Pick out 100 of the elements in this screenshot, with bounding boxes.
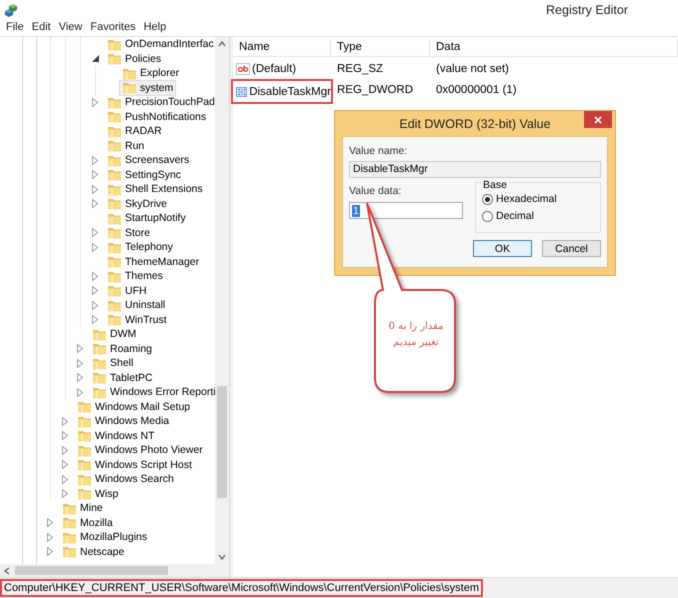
value-name[interactable]: (Default) <box>252 62 296 74</box>
tree-item[interactable]: Windows Photo Viewer <box>74 442 206 458</box>
folder-icon <box>122 81 137 94</box>
folder-icon <box>107 139 122 152</box>
menu-item[interactable]: Favorites <box>86 20 140 36</box>
tree-item[interactable]: ThemeManager <box>104 254 202 270</box>
folder-icon <box>107 240 122 254</box>
folder-icon <box>107 96 122 109</box>
tree-item[interactable]: MozillaPlugins <box>59 529 150 546</box>
scroll-up-icon <box>218 40 226 48</box>
column-header[interactable]: Name <box>233 39 331 56</box>
menu-item[interactable]: File <box>2 20 28 36</box>
folder-icon <box>107 38 122 51</box>
tree-item[interactable]: Telephony <box>104 239 176 256</box>
tree-item[interactable]: Netscape <box>59 544 128 560</box>
folder-icon <box>77 487 92 500</box>
folder-icon <box>92 328 107 341</box>
tree-item[interactable]: Windows Search <box>74 471 177 488</box>
tree-item[interactable]: RADAR <box>104 123 165 140</box>
folder-icon <box>77 429 92 442</box>
folder-icon <box>107 284 122 298</box>
value-data-field[interactable]: 1 <box>349 202 463 219</box>
menu-item[interactable]: Help <box>140 20 170 36</box>
folder-icon <box>77 400 92 414</box>
radio-button[interactable] <box>482 194 493 204</box>
folder-icon <box>107 226 122 240</box>
callout-text: مقدار را به 0 تغییر میدیم <box>388 320 444 350</box>
tree-item[interactable]: WinTrust <box>104 312 170 328</box>
menu-item[interactable]: View <box>54 20 86 36</box>
ok-button[interactable]: OK <box>473 240 532 257</box>
tree-item[interactable]: Screensavers <box>104 152 192 168</box>
tree-item[interactable]: PushNotifications <box>104 108 210 125</box>
tree-item[interactable]: UFH <box>104 282 150 299</box>
tree-item[interactable]: Policies <box>104 50 164 67</box>
scroll-left-icon <box>3 566 11 574</box>
radio-label[interactable]: Decimal <box>496 210 534 222</box>
radio-label[interactable]: Hexadecimal <box>496 193 557 205</box>
scrollbar-thumb[interactable] <box>217 386 227 498</box>
tree-item[interactable]: Roaming <box>89 340 156 357</box>
tree-item[interactable]: StartupNotify <box>104 210 189 226</box>
folder-icon <box>77 414 92 428</box>
menu-item[interactable]: Edit <box>28 20 55 36</box>
tree-item[interactable]: Windows Error Reporti <box>89 384 215 400</box>
tree-item[interactable]: PrecisionTouchPad <box>104 94 215 110</box>
value-name-field[interactable]: DisableTaskMgr <box>349 161 601 178</box>
folder-icon <box>77 444 92 457</box>
tree-item[interactable]: Run <box>104 138 148 154</box>
folder-icon <box>107 270 122 283</box>
tree-item[interactable]: Windows Media <box>74 413 172 430</box>
tree-item[interactable]: Windows Mail Setup <box>74 398 194 415</box>
folder-icon <box>92 386 107 399</box>
radio-button[interactable] <box>482 210 493 222</box>
folder-icon <box>107 124 122 138</box>
tree-item[interactable]: Themes <box>104 268 166 284</box>
value-name[interactable]: DisableTaskMgr <box>249 86 331 98</box>
value-data: 0x00000001 (1) <box>435 84 518 96</box>
scrollbar-thumb[interactable] <box>15 566 168 575</box>
cancel-button[interactable]: Cancel <box>542 240 601 257</box>
status-path: Computer\HKEY_CURRENT_USER\Software\Microsoft\Windows\CurrentVersion\Policies\system <box>0 579 483 597</box>
close-button[interactable] <box>584 111 612 128</box>
tree-item[interactable]: Windows Script Host <box>74 456 195 473</box>
column-header[interactable]: Data <box>430 39 678 56</box>
vertical-scrollbar[interactable] <box>215 37 229 564</box>
field-label: Value name: <box>349 145 408 157</box>
folder-icon <box>92 356 107 370</box>
folder-icon <box>107 212 122 225</box>
tree-item[interactable]: Shell <box>89 355 136 372</box>
close-icon <box>594 116 602 124</box>
tree-item[interactable]: Shell Extensions <box>104 181 206 198</box>
value-type: REG_SZ <box>336 62 384 74</box>
tree-item[interactable]: system <box>119 80 176 96</box>
dialog-title: Edit DWORD (32-bit) Value <box>399 116 551 130</box>
tree-item[interactable]: Uninstall <box>104 297 168 314</box>
registry-icon <box>3 2 18 18</box>
folder-icon <box>107 154 122 167</box>
tree-item[interactable]: OnDemandInterfac <box>104 37 215 52</box>
tree-item[interactable]: SettingSync <box>104 166 184 183</box>
tree-item[interactable]: TabletPC <box>89 370 156 386</box>
tree-item[interactable]: SkyDrive <box>104 196 170 212</box>
tree-item[interactable]: Explorer <box>119 65 182 82</box>
folder-icon <box>107 110 122 124</box>
tree-item[interactable]: Windows NT <box>74 428 158 444</box>
folder-icon <box>107 197 122 210</box>
value-data: (value not set) <box>435 62 510 74</box>
tree-item[interactable]: Mine <box>59 500 106 516</box>
folder-icon <box>62 545 77 558</box>
group-label: Base <box>481 179 509 191</box>
tree-item[interactable]: Store <box>104 224 154 241</box>
tree-item[interactable]: Wisp <box>74 486 122 502</box>
folder-icon <box>62 516 77 530</box>
folder-icon <box>122 66 137 80</box>
window-title: Registry Editor <box>546 3 628 17</box>
column-header[interactable]: Type <box>331 39 430 56</box>
folder-icon <box>107 298 122 312</box>
folder-icon <box>62 502 77 515</box>
folder-icon <box>107 168 122 182</box>
horizontal-scrollbar[interactable] <box>0 564 229 577</box>
folder-icon <box>92 342 107 356</box>
tree-item[interactable]: DWM <box>89 326 140 342</box>
tree-item[interactable]: Mozilla <box>59 514 116 531</box>
